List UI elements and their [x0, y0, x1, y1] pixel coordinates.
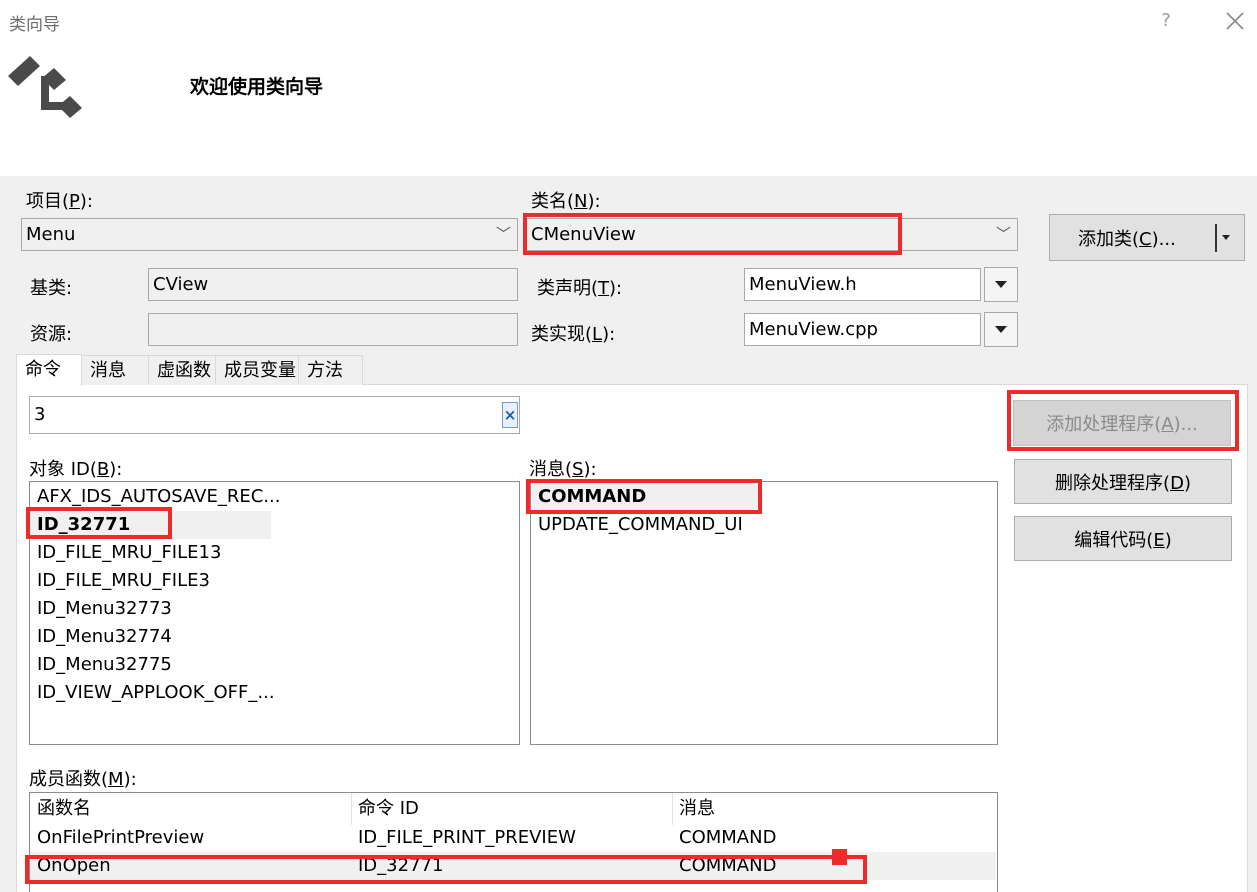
list-item-selected[interactable]: COMMAND	[531, 483, 757, 511]
impl-dropdown-button[interactable]	[984, 312, 1018, 347]
decl-field[interactable]: MenuView.h	[744, 268, 981, 301]
table-row-selected[interactable]: OnOpen ID_32771 COMMAND	[30, 852, 996, 880]
help-button[interactable]: ?	[1158, 10, 1174, 31]
list-item[interactable]: ID_Menu32775	[30, 651, 519, 679]
impl-field[interactable]: MenuView.cpp	[744, 313, 981, 346]
delete-handler-button[interactable]: 删除处理程序(D)	[1014, 459, 1232, 504]
close-icon[interactable]	[1222, 8, 1248, 34]
classname-label: 类名(N):	[531, 191, 601, 212]
members-table[interactable]: 函数名 命令 ID 消息 OnFilePrintPreview ID_FILE_…	[29, 792, 998, 892]
list-item[interactable]: ID_FILE_MRU_FILE13	[30, 539, 519, 567]
list-item[interactable]: AFX_IDS_AUTOSAVE_REC...	[30, 483, 519, 511]
table-row[interactable]: OnFilePrintPreview ID_FILE_PRINT_PREVIEW…	[30, 824, 996, 852]
dropdown-arrow-icon	[995, 281, 1007, 288]
tab-member-variables[interactable]: 成员变量	[215, 355, 299, 385]
dropdown-arrow-icon	[995, 326, 1007, 333]
tab-messages[interactable]: 消息	[81, 355, 149, 385]
table-header: 函数名 命令 ID 消息	[30, 793, 996, 825]
baseclass-label: 基类:	[30, 278, 73, 299]
add-class-dropdown-icon[interactable]	[1222, 235, 1230, 240]
tab-virtual-functions[interactable]: 虚函数	[148, 355, 216, 385]
resource-label: 资源:	[30, 324, 73, 345]
list-item-selected[interactable]: ID_32771	[30, 511, 271, 539]
decl-label: 类声明(T):	[537, 278, 623, 299]
members-label: 成员函数(M):	[29, 769, 137, 790]
add-handler-button[interactable]: 添加处理程序(A)...	[1013, 400, 1231, 446]
list-item[interactable]: ID_FILE_MRU_FILE3	[30, 567, 519, 595]
clear-search-icon[interactable]: ×	[502, 402, 518, 428]
list-item[interactable]: ID_Menu32773	[30, 595, 519, 623]
project-combo[interactable]: Menu ﹀	[21, 218, 518, 251]
object-ids-list[interactable]: AFX_IDS_AUTOSAVE_REC... ID_32771 ID_FILE…	[29, 481, 520, 745]
edit-code-button[interactable]: 编辑代码(E)	[1014, 516, 1232, 561]
list-item[interactable]: ID_VIEW_APPLOOK_OFF_...	[30, 679, 519, 707]
list-item[interactable]: ID_Menu32774	[30, 623, 519, 651]
project-value: Menu	[26, 224, 76, 245]
column-header[interactable]: 消息	[679, 795, 715, 823]
tab-methods[interactable]: 方法	[298, 355, 363, 385]
resource-field	[148, 313, 518, 346]
object-ids-label: 对象 ID(B):	[29, 459, 123, 480]
project-label: 项目(P):	[26, 191, 93, 212]
window-title: 类向导	[9, 15, 60, 35]
classname-value: CMenuView	[531, 224, 636, 245]
annotation-marker	[832, 849, 847, 865]
tab-commands[interactable]: 命令	[16, 354, 82, 386]
chevron-down-icon: ﹀	[995, 225, 1011, 243]
class-wizard-logo-icon	[6, 50, 90, 134]
messages-list[interactable]: COMMAND UPDATE_COMMAND_UI	[530, 481, 998, 745]
classname-combo[interactable]: CMenuView ﹀	[526, 218, 1018, 251]
list-item[interactable]: UPDATE_COMMAND_UI	[531, 511, 997, 539]
column-header[interactable]: 命令 ID	[358, 795, 419, 823]
decl-dropdown-button[interactable]	[984, 267, 1018, 302]
chevron-down-icon: ﹀	[495, 225, 511, 243]
messages-label: 消息(S):	[529, 459, 597, 480]
impl-label: 类实现(L):	[531, 324, 616, 345]
welcome-heading: 欢迎使用类向导	[190, 76, 324, 98]
search-input[interactable]: 3	[29, 396, 520, 434]
wizard-header	[0, 0, 1257, 176]
baseclass-field: CView	[148, 268, 518, 301]
split-divider	[1215, 224, 1217, 252]
column-header[interactable]: 函数名	[37, 795, 91, 823]
